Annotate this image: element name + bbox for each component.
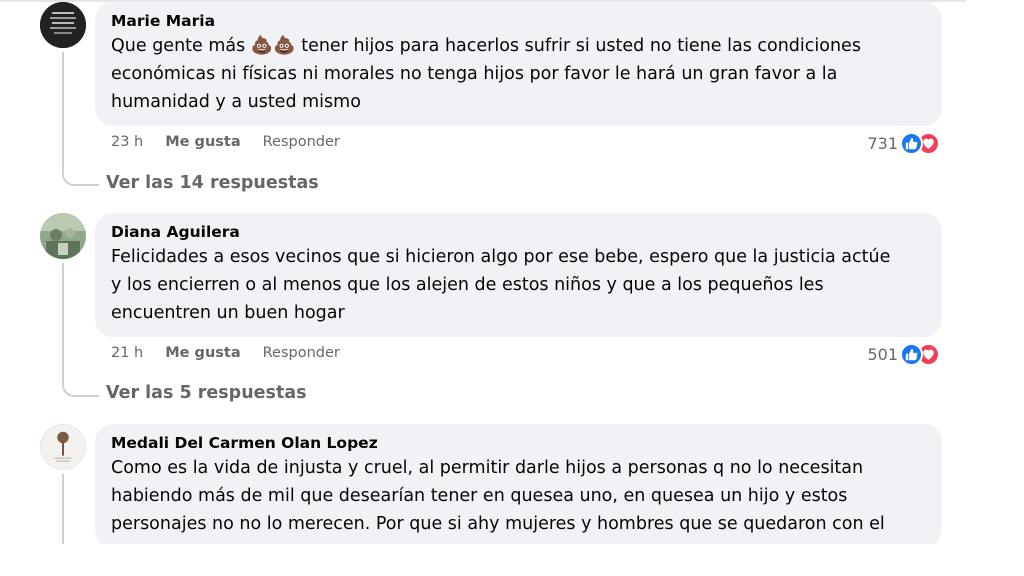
reactions-summary[interactable]: 501 <box>867 343 940 366</box>
comment-author[interactable]: Diana Aguilera <box>111 221 926 243</box>
comment-text-line: económicas ni físicas ni morales no teng… <box>111 64 838 84</box>
reply-button[interactable]: Responder <box>263 134 340 150</box>
thread-line <box>62 52 64 162</box>
comment-timestamp[interactable]: 21 h <box>111 345 143 361</box>
comment-text: Que gente más 💩💩 tener hijos para hacerl… <box>111 32 926 60</box>
thumbs-up-icon <box>900 132 923 155</box>
avatar-diana-aguilera[interactable] <box>40 213 86 259</box>
reply-button[interactable]: Responder <box>263 345 340 361</box>
comment-text-line: personajes no no lo merecen. Por que si … <box>111 514 885 534</box>
comment-timestamp[interactable]: 23 h <box>111 134 143 150</box>
thread-elbow <box>62 160 99 186</box>
comment-text-line: humanidad y a usted mismo <box>111 92 361 112</box>
thumbs-up-icon <box>900 343 923 366</box>
like-button[interactable]: Me gusta <box>165 134 240 150</box>
bottom-fade-cover <box>0 544 1024 576</box>
thread-elbow <box>62 371 99 397</box>
avatar-marie-maria[interactable] <box>40 2 86 48</box>
poop-emoji-icon: 💩💩 <box>250 35 296 56</box>
comment-actions: 23 h Me gusta Responder <box>111 134 340 150</box>
view-replies-link[interactable]: Ver las 14 respuestas <box>106 173 319 193</box>
comment-author[interactable]: Medali Del Carmen Olan Lopez <box>111 432 926 454</box>
reaction-count: 501 <box>867 345 898 364</box>
comment-author[interactable]: Marie Maria <box>111 10 926 32</box>
comment-text-line: y los encierren o al menos que los aleje… <box>111 275 824 295</box>
thread-line <box>62 263 64 373</box>
avatar-medali-olan-lopez[interactable] <box>40 424 86 470</box>
comment-actions: 21 h Me gusta Responder <box>111 345 340 361</box>
comment-text-line: habiendo más de mil que desearían tener … <box>111 486 848 506</box>
thread-line <box>62 474 64 544</box>
comment-bubble: Diana Aguilera Felicidades a esos vecino… <box>95 213 942 337</box>
like-button[interactable]: Me gusta <box>165 345 240 361</box>
comment-bubble: Marie Maria Que gente más 💩💩 tener hijos… <box>95 2 942 126</box>
comment-text-line: Como es la vida de injusta y cruel, al p… <box>111 458 864 478</box>
comment-bubble: Medali Del Carmen Olan Lopez Como es la … <box>95 424 942 548</box>
comment-text-line: encuentren un buen hogar <box>111 303 345 323</box>
view-replies-link[interactable]: Ver las 5 respuestas <box>106 383 307 403</box>
reactions-summary[interactable]: 731 <box>867 132 940 155</box>
comment-text-line: Felicidades a esos vecinos que si hicier… <box>111 247 891 267</box>
reaction-count: 731 <box>867 134 898 153</box>
